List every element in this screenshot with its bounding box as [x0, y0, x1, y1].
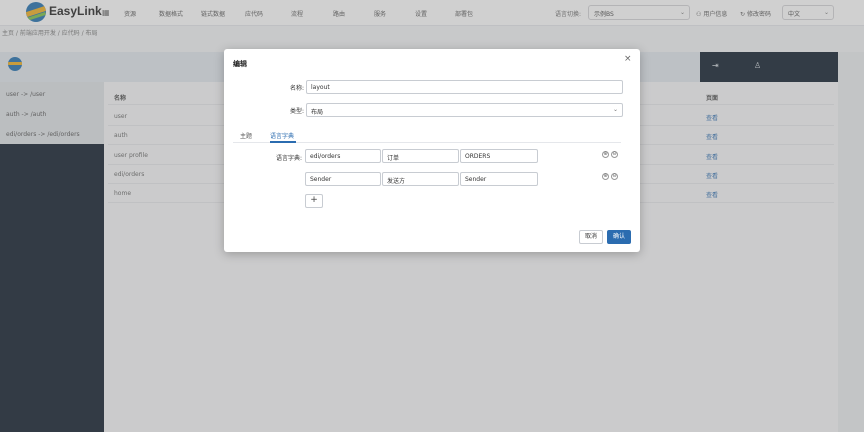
dict-key-input[interactable]: edi/orders	[305, 149, 381, 163]
dict-key-input[interactable]: Sender	[305, 172, 381, 186]
name-label: 名称:	[289, 85, 304, 92]
confirm-button[interactable]: 确认	[607, 230, 631, 244]
name-input[interactable]: layout	[306, 80, 623, 94]
cancel-button[interactable]: 取消	[579, 230, 603, 244]
dict-en-input[interactable]: ORDERS	[460, 149, 538, 163]
dictionary-label: 语言字典:	[275, 155, 302, 162]
chevron-down-icon: ⌄	[612, 106, 618, 113]
tab-theme[interactable]: 主题	[240, 131, 252, 140]
dict-en-input[interactable]: Sender	[460, 172, 538, 186]
type-label: 类型:	[289, 108, 304, 115]
dict-zh-input[interactable]: 订单	[382, 149, 459, 163]
close-icon[interactable]: ×	[624, 54, 632, 64]
edit-dialog: 编辑 × 名称: layout 类型: 布局 ⌄ 主题 语言字典 语言字典: e…	[224, 49, 640, 252]
remove-row-icon[interactable]: ⊖	[611, 173, 618, 180]
dialog-title: 编辑	[233, 60, 247, 68]
type-select-value: 布局	[311, 109, 324, 116]
add-row-icon[interactable]: ⊕	[602, 151, 609, 158]
dict-zh-input[interactable]: 发送方	[382, 172, 459, 186]
remove-row-icon[interactable]: ⊖	[611, 151, 618, 158]
tab-language-dictionary[interactable]: 语言字典	[270, 131, 294, 140]
active-tab-indicator	[270, 141, 296, 143]
add-entry-button[interactable]: +	[305, 194, 323, 208]
type-select[interactable]: 布局 ⌄	[306, 103, 623, 117]
add-row-icon[interactable]: ⊕	[602, 173, 609, 180]
